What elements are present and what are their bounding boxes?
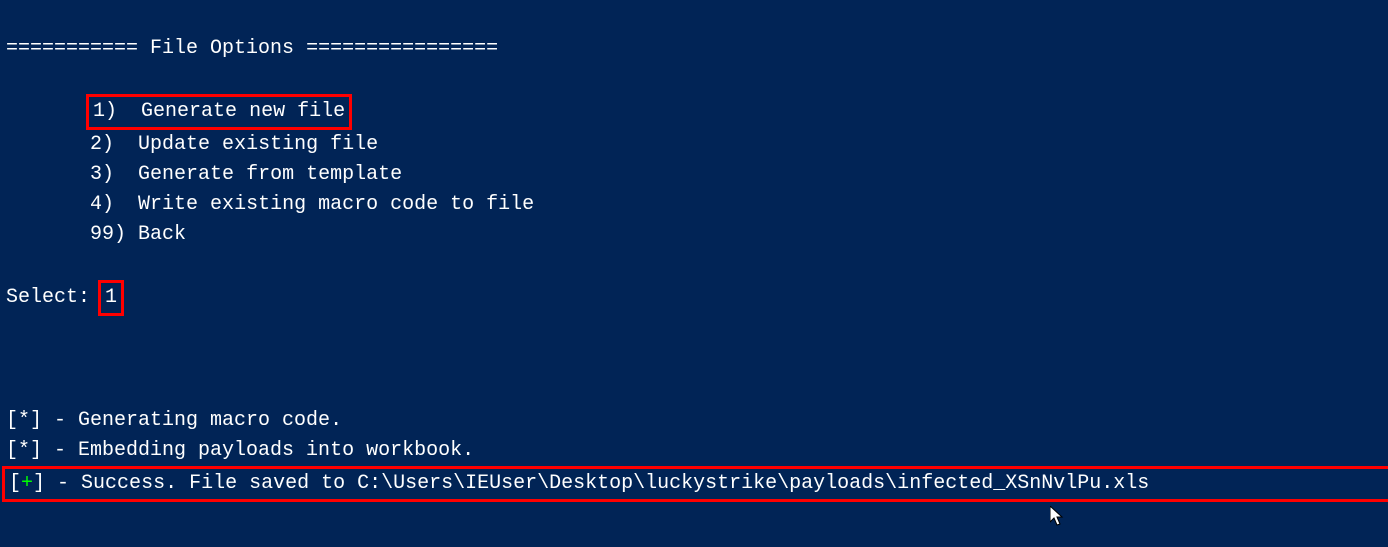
header-line: =========== File Options ===============… [6,37,498,60]
menu-item-1-label: Generate new file [141,100,345,123]
menu-item-3-label: Generate from template [138,163,402,186]
menu-item-2-label: Update existing file [138,133,378,156]
menu-item-1[interactable]: 1) Generate new file [6,100,352,123]
status-text-2: - Embedding payloads into workbook. [42,439,474,462]
status-bracket-close: ] [33,472,45,495]
select-label: Select: [6,286,90,309]
status-line-3-success: [+] - Success. File saved to C:\Users\IE… [2,466,1388,502]
select-prompt[interactable]: Select: 1 [6,286,124,309]
status-plus-icon: + [21,472,33,495]
menu-item-4-num: 4) [90,193,114,216]
menu-item-2-num: 2) [90,133,114,156]
status-line-2: [*] - Embedding payloads into workbook. [6,439,474,462]
status-prefix-1: [*] [6,409,42,432]
menu-item-99-num: 99) [90,223,126,246]
menu-item-3-num: 3) [90,163,114,186]
status-text-3: - Success. File saved to C:\Users\IEUser… [45,472,1149,495]
menu-item-3[interactable]: 3) Generate from template [6,163,402,186]
status-line-1: [*] - Generating macro code. [6,409,342,432]
header-eq-left: =========== [6,37,138,60]
menu-item-4[interactable]: 4) Write existing macro code to file [6,193,534,216]
menu-item-4-label: Write existing macro code to file [138,193,534,216]
status-text-1: - Generating macro code. [42,409,342,432]
status-prefix-2: [*] [6,439,42,462]
terminal-output: =========== File Options ===============… [0,0,1388,506]
menu-item-99-label: Back [138,223,186,246]
select-input-value: 1 [98,280,124,316]
mouse-pointer-icon [1050,506,1066,528]
menu-item-99[interactable]: 99) Back [6,223,186,246]
header-eq-right: ================ [306,37,498,60]
status-bracket-open: [ [9,472,21,495]
menu-item-2[interactable]: 2) Update existing file [6,133,378,156]
header-title: File Options [138,37,306,60]
menu-item-1-num: 1) [93,100,117,123]
